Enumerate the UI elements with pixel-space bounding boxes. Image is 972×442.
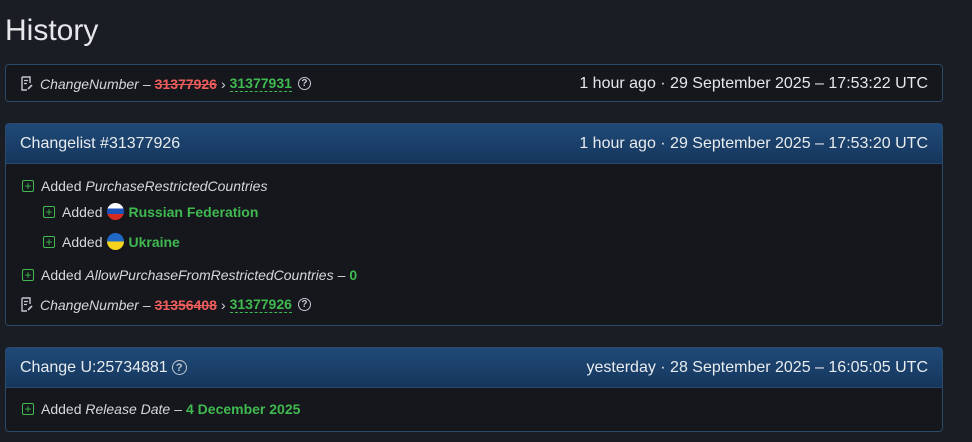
new-value-link[interactable]: 31377931 — [229, 75, 292, 92]
list-item: + Added AllowPurchaseFromRestrictedCount… — [22, 267, 357, 283]
ukraine-flag-icon — [107, 233, 125, 250]
list-item: + Added PurchaseRestrictedCountries — [22, 178, 267, 194]
list-item: + Added Release Date – 4 December 2025 — [22, 401, 300, 417]
list-item: + Added Ukraine — [43, 233, 180, 250]
old-value: 31377926 — [154, 75, 217, 92]
change-timestamp: yesterday · 28 September 2025 – 16:05:05… — [586, 358, 928, 376]
plus-square-icon: + — [22, 180, 34, 192]
russia-flag-icon — [107, 203, 125, 220]
new-value-link[interactable]: 31377926 — [229, 296, 292, 313]
old-value: 31356408 — [154, 296, 217, 313]
page-title: History — [5, 14, 99, 47]
document-edit-icon — [21, 76, 33, 91]
help-icon[interactable]: ? — [171, 360, 187, 375]
plus-square-icon: + — [22, 403, 34, 415]
change-title[interactable]: Change U:25734881 — [20, 359, 168, 377]
change-header: Change U:25734881 ? yesterday · 28 Septe… — [6, 348, 942, 388]
country-link[interactable]: Russian Federation — [128, 204, 258, 220]
changelist-timestamp: 1 hour ago · 29 September 2025 – 17:53:2… — [579, 134, 928, 152]
changenumber-row: ChangeNumber – 31377926 › 31377931 ? — [20, 75, 311, 92]
changelist-title[interactable]: Changelist #31377926 — [20, 135, 180, 153]
plus-square-icon: + — [43, 235, 55, 248]
history-entry-changenumber: ChangeNumber – 31377926 › 31377931 ? 1 h… — [5, 64, 943, 102]
plus-square-icon: + — [43, 205, 55, 218]
changenumber-row: ChangeNumber – 31356408 › 31377926 ? — [20, 296, 311, 313]
help-icon[interactable]: ? — [297, 77, 311, 90]
entry-timestamp: 1 hour ago · 29 September 2025 – 17:53:2… — [579, 75, 928, 92]
document-edit-icon — [21, 297, 33, 312]
change-panel: Change U:25734881 ? yesterday · 28 Septe… — [5, 347, 943, 432]
list-item: + Added Russian Federation — [43, 203, 258, 220]
help-icon[interactable]: ? — [297, 298, 311, 311]
field-name: ChangeNumber — [40, 75, 139, 92]
changelist-header: Changelist #31377926 1 hour ago · 29 Sep… — [6, 124, 942, 164]
country-link[interactable]: Ukraine — [128, 234, 179, 250]
plus-square-icon: + — [22, 269, 34, 281]
changelist-panel: Changelist #31377926 1 hour ago · 29 Sep… — [5, 123, 943, 326]
